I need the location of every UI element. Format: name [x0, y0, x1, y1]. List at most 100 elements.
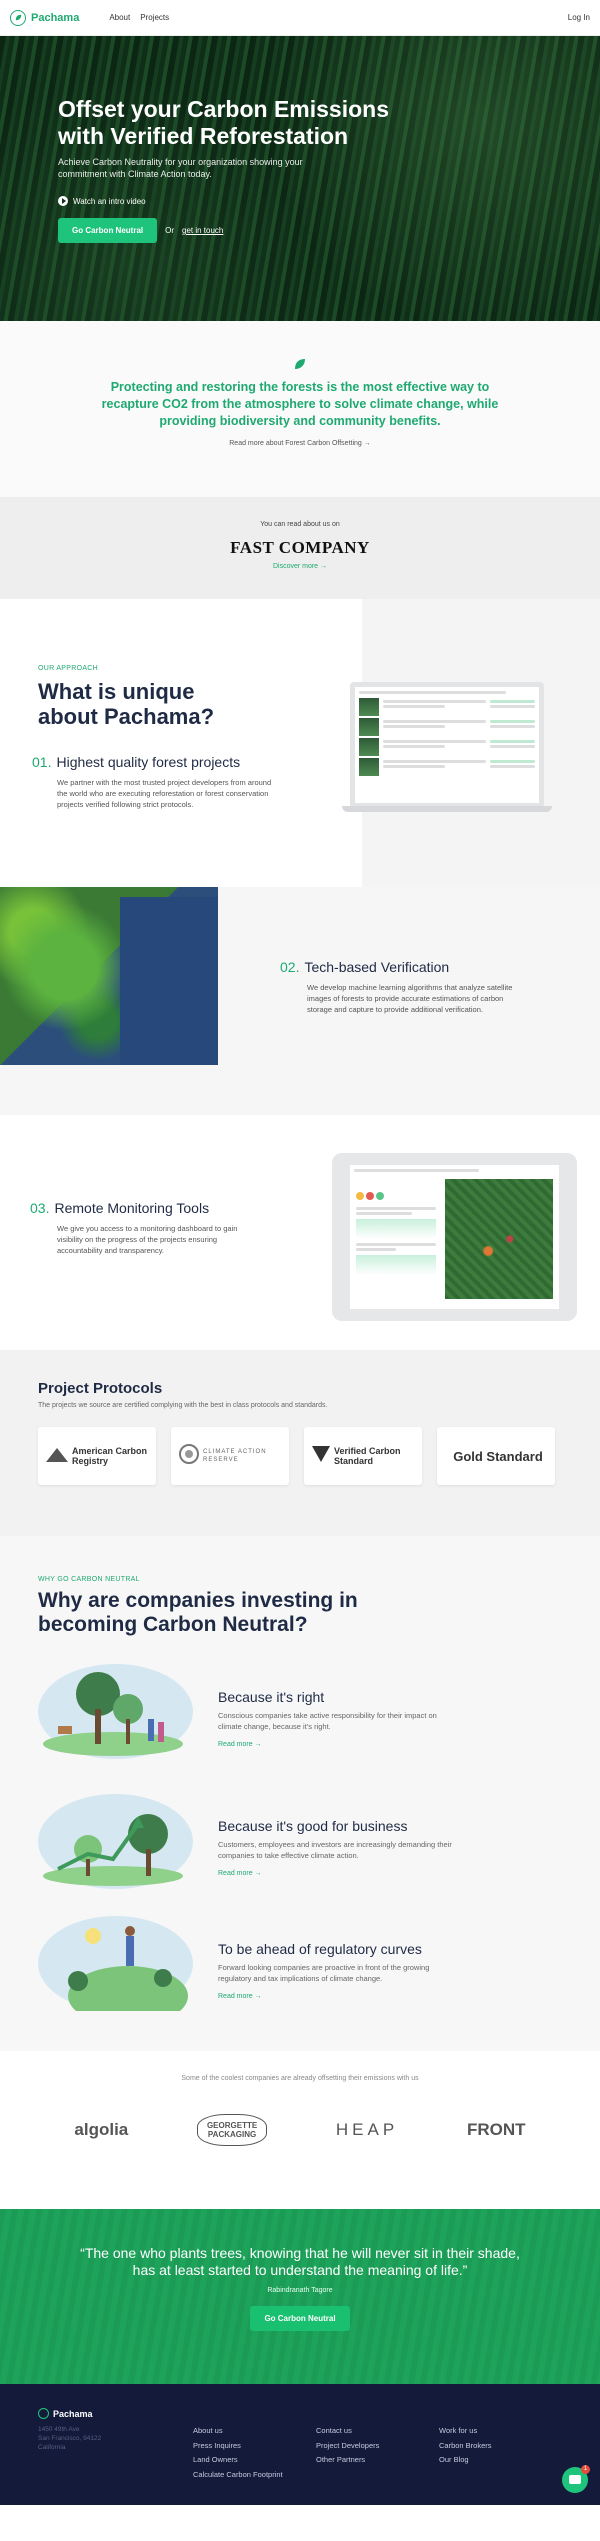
quote-author: Rabindranath Tagore	[267, 2287, 333, 2294]
feature-title: Tech-based Verification	[304, 959, 450, 975]
tablet-dashboard-screenshot	[332, 1153, 577, 1321]
mission-section: Protecting and restoring the forests is …	[0, 321, 600, 497]
footer-link[interactable]: Press Inquires	[193, 2439, 283, 2454]
top-nav: Pachama About Projects Log In	[0, 0, 600, 36]
acr-icon	[46, 1446, 68, 1467]
reason-title: Because it's right	[218, 1689, 325, 1705]
reason-text: Forward looking companies are proactive …	[218, 1963, 430, 1983]
why-tag: WHY GO CARBON NEUTRAL	[38, 1576, 140, 1583]
reason-title: Because it's good for business	[218, 1818, 408, 1834]
footer-link[interactable]: Project Developers	[316, 2439, 379, 2454]
protocol-name: Gold Standard	[453, 1448, 543, 1464]
reason-3: To be ahead of regulatory curves Forward…	[218, 1941, 458, 2000]
footer-link[interactable]: Work for us	[439, 2424, 492, 2439]
feature-2: 02. Tech-based Verification We develop ma…	[280, 959, 517, 1015]
laptop-screenshot	[342, 682, 552, 817]
press-section: You can read about us on FAST COMPANY Di…	[0, 497, 600, 599]
feature-text: We develop machine learning algorithms t…	[307, 983, 513, 1014]
chat-widget-button[interactable]: 1	[562, 2465, 590, 2493]
footer-link[interactable]: Our Blog	[439, 2453, 492, 2468]
feature-title: Highest quality forest projects	[56, 754, 241, 770]
footer-col-1: About us Press Inquires Land Owners Calc…	[193, 2424, 283, 2482]
read-more-link[interactable]: Read more →	[218, 1870, 458, 1877]
go-carbon-neutral-button[interactable]: Go Carbon Neutral	[58, 218, 158, 243]
reason-2: Because it's good for business Customers…	[218, 1818, 458, 1877]
footer-col-2: Contact us Project Developers Other Part…	[316, 2424, 379, 2468]
footer-link[interactable]: About us	[193, 2424, 283, 2439]
watch-video-label: Watch an intro video	[73, 196, 146, 206]
hero-section: Offset your Carbon Emissions with Verifi…	[0, 36, 600, 321]
reason-title: To be ahead of regulatory curves	[218, 1941, 422, 1957]
footer-link[interactable]: Land Owners	[193, 2453, 283, 2468]
feature-title: Remote Monitoring Tools	[54, 1200, 210, 1216]
footer-brand-name: Pachama	[53, 2408, 93, 2419]
leaf-icon	[293, 357, 307, 371]
footer-link[interactable]: Other Partners	[316, 2453, 379, 2468]
reason-1: Because it's right Conscious companies t…	[218, 1689, 458, 1748]
footer-col-3: Work for us Carbon Brokers Our Blog	[439, 2424, 492, 2468]
footer-link[interactable]: Carbon Brokers	[439, 2439, 492, 2454]
forest-deer-illustration	[38, 1664, 193, 1759]
front-logo: FRONT	[467, 2120, 526, 2139]
satellite-map-image	[0, 887, 218, 1065]
feature-number: 01.	[32, 754, 52, 770]
quote-section: “The one who plants trees, knowing that …	[0, 2209, 600, 2384]
gold-standard-card: Gold Standard	[437, 1427, 555, 1485]
approach-title: What is unique about Pachama?	[38, 679, 215, 729]
feature-number: 03.	[30, 1200, 50, 1216]
quote-text: “The one who plants trees, knowing that …	[80, 2245, 520, 2278]
feature-text: We partner with the most trusted project…	[57, 778, 272, 809]
go-carbon-neutral-button-bottom[interactable]: Go Carbon Neutral	[250, 2306, 350, 2331]
car-icon	[179, 1443, 199, 1469]
monitoring-section: 03. Remote Monitoring Tools We give you a…	[0, 1115, 600, 1350]
protocols-subtitle: The projects we source are certified com…	[38, 1402, 328, 1409]
footer-brand[interactable]: Pachama	[38, 2408, 562, 2419]
fast-company-logo: FAST COMPANY	[230, 538, 370, 557]
protocol-name: CLIMATE ACTION RESERVE	[203, 1449, 267, 1463]
get-in-touch-link[interactable]: get in touch	[182, 226, 223, 235]
reason-text: Conscious companies take active responsi…	[218, 1711, 437, 1731]
feature-text: We give you access to a monitoring dashb…	[57, 1224, 238, 1255]
read-more-offsetting-link[interactable]: Read more about Forest Carbon Offsetting…	[0, 440, 600, 447]
acr-card: American Carbon Registry	[38, 1427, 156, 1485]
protocol-name: American Carbon Registry	[72, 1446, 148, 1466]
tech-section: 02. Tech-based Verification We develop ma…	[0, 887, 600, 1115]
mission-statement: Protecting and restoring the forests is …	[101, 380, 499, 428]
feature-3: 03. Remote Monitoring Tools We give you a…	[30, 1200, 257, 1256]
chat-notification-badge: 1	[581, 2465, 590, 2474]
nav-projects-link[interactable]: Projects	[140, 13, 169, 22]
car-card: CLIMATE ACTION RESERVE	[171, 1427, 289, 1485]
read-more-link[interactable]: Read more →	[218, 1741, 458, 1748]
play-icon	[58, 196, 68, 206]
approach-section: OUR APPROACH What is unique about Pacham…	[0, 599, 600, 887]
clients-label: Some of the coolest companies are alread…	[181, 2075, 419, 2082]
leaf-logo-icon	[38, 2408, 49, 2419]
brand-logo[interactable]: Pachama	[10, 9, 80, 26]
protocol-name: Verified Carbon Standard	[334, 1446, 401, 1466]
login-link[interactable]: Log In	[568, 13, 590, 22]
heap-logo: HEAP	[335, 2120, 399, 2139]
protocols-section: Project Protocols The projects we source…	[0, 1350, 600, 1536]
protocols-title: Project Protocols	[38, 1380, 163, 1397]
vcs-icon	[312, 1445, 330, 1467]
hill-binoculars-illustration	[38, 1916, 193, 2026]
clients-section: Some of the coolest companies are alread…	[0, 2051, 600, 2209]
watch-video-link[interactable]: Watch an intro video	[58, 196, 542, 206]
approach-tag: OUR APPROACH	[38, 665, 98, 672]
vcs-card: Verified Carbon Standard	[304, 1427, 422, 1485]
discover-more-link[interactable]: Discover more →	[0, 563, 600, 570]
why-title: Why are companies investing in becoming …	[38, 1589, 358, 1636]
feature-number: 02.	[280, 959, 300, 975]
leaf-logo-icon	[10, 9, 26, 26]
algolia-logo: algolia	[74, 2120, 129, 2139]
georgette-packaging-logo: GEORGETTE PACKAGING	[197, 2114, 268, 2146]
footer: Pachama 1450 49th Ave San Francisco, 941…	[0, 2384, 600, 2505]
nav-about-link[interactable]: About	[109, 13, 130, 22]
why-section: WHY GO CARBON NEUTRAL Why are companies …	[0, 1536, 600, 2051]
footer-link[interactable]: Calculate Carbon Footprint	[193, 2468, 283, 2483]
or-text: Or	[165, 226, 175, 235]
brand-name: Pachama	[31, 11, 80, 24]
read-more-link[interactable]: Read more →	[218, 1993, 458, 2000]
footer-link[interactable]: Contact us	[316, 2424, 379, 2439]
press-label: You can read about us on	[260, 521, 340, 528]
